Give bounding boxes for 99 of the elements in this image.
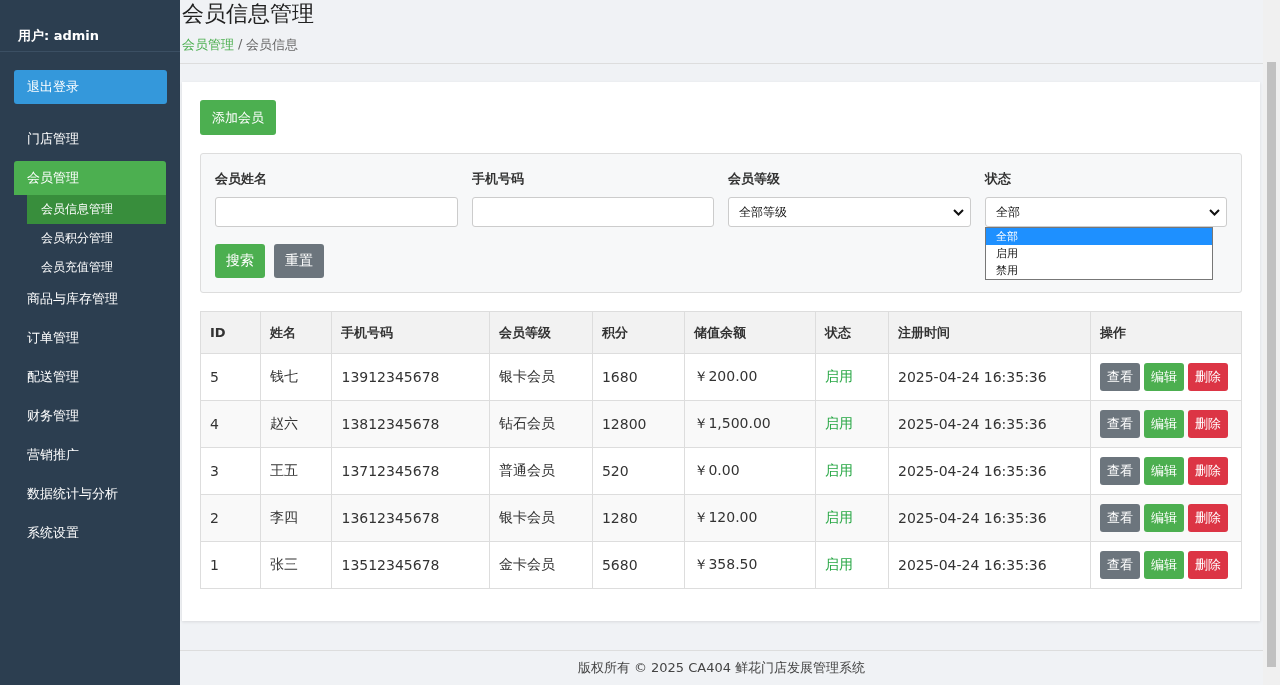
- column-header: 会员等级: [489, 311, 593, 354]
- status-cell: 启用: [815, 447, 889, 495]
- text-field[interactable]: [215, 197, 458, 227]
- table-cell: 520: [592, 447, 685, 495]
- table-cell: 银卡会员: [489, 494, 593, 542]
- column-header: 手机号码: [332, 311, 490, 354]
- table-cell: 李四: [260, 494, 332, 542]
- breadcrumb-separator: /: [238, 36, 243, 53]
- submenu-item[interactable]: 会员积分管理: [27, 224, 166, 253]
- status-cell: 启用: [815, 400, 889, 448]
- filter-label: 会员等级: [728, 170, 781, 188]
- menu-item[interactable]: 商品与库存管理: [14, 282, 166, 316]
- menu-item[interactable]: 会员管理: [14, 161, 166, 195]
- table-cell: 2025-04-24 16:35:36: [888, 400, 1091, 448]
- view-button[interactable]: 查看: [1100, 363, 1140, 391]
- chevron-down-icon: [1209, 208, 1220, 216]
- table-cell: 张三: [260, 541, 332, 589]
- select-field[interactable]: 全部等级: [728, 197, 971, 227]
- view-button[interactable]: 查看: [1100, 551, 1140, 579]
- table-cell: 2025-04-24 16:35:36: [888, 541, 1091, 589]
- table-cell: 13612345678: [332, 494, 490, 542]
- table-cell: ￥120.00: [684, 494, 816, 542]
- table-cell: 3: [200, 447, 261, 495]
- column-header: 状态: [815, 311, 889, 354]
- column-header: 储值余额: [684, 311, 816, 354]
- dropdown-option[interactable]: 启用: [985, 245, 1212, 262]
- table-cell: 1: [200, 541, 261, 589]
- table-cell: 5680: [592, 541, 685, 589]
- filter-label: 会员姓名: [215, 170, 268, 188]
- table-cell: 金卡会员: [489, 541, 593, 589]
- edit-button[interactable]: 编辑: [1144, 363, 1184, 391]
- table-cell: ￥358.50: [684, 541, 816, 589]
- view-button[interactable]: 查看: [1100, 504, 1140, 532]
- status-cell: 启用: [815, 541, 889, 589]
- table-cell: ￥1,500.00: [684, 400, 816, 448]
- menu-item[interactable]: 配送管理: [14, 360, 166, 394]
- submenu-item[interactable]: 会员充值管理: [27, 253, 166, 282]
- footer-text: 版权所有 © 2025 CA404 鲜花门店发展管理系统: [180, 650, 1263, 685]
- search-button[interactable]: 搜索: [215, 244, 265, 278]
- table-cell: 13812345678: [332, 400, 490, 448]
- filter-label: 手机号码: [471, 170, 525, 188]
- table-cell: 13712345678: [332, 447, 490, 495]
- table-cell: 王五: [260, 447, 332, 495]
- delete-button[interactable]: 删除: [1188, 363, 1228, 391]
- select-field[interactable]: 全部: [984, 197, 1227, 227]
- table-cell: 1680: [592, 353, 685, 401]
- edit-button[interactable]: 编辑: [1144, 551, 1184, 579]
- dropdown-option[interactable]: 禁用: [985, 262, 1212, 279]
- column-header: 操作: [1090, 311, 1242, 354]
- logout-button[interactable]: 退出登录: [14, 70, 167, 104]
- table-cell: 2025-04-24 16:35:36: [888, 494, 1091, 542]
- view-button[interactable]: 查看: [1100, 410, 1140, 438]
- table-cell: 钻石会员: [489, 400, 593, 448]
- reset-button[interactable]: 重置: [274, 244, 324, 278]
- table-cell: ￥0.00: [684, 447, 816, 495]
- breadcrumb-item[interactable]: 会员管理: [182, 36, 234, 54]
- table-cell: 2025-04-24 16:35:36: [888, 447, 1091, 495]
- chevron-down-icon: [952, 208, 964, 216]
- table-cell: 2: [200, 494, 261, 542]
- view-button[interactable]: 查看: [1100, 457, 1140, 485]
- dropdown-option[interactable]: 全部: [985, 228, 1212, 245]
- breadcrumb-item: 会员信息: [246, 36, 299, 54]
- table-cell: 赵六: [260, 400, 332, 448]
- delete-button[interactable]: 删除: [1188, 457, 1228, 485]
- status-cell: 启用: [815, 494, 889, 542]
- edit-button[interactable]: 编辑: [1144, 410, 1184, 438]
- scrollbar[interactable]: [1263, 0, 1280, 685]
- table-cell: 13512345678: [332, 541, 490, 589]
- menu-item[interactable]: 财务管理: [14, 399, 166, 433]
- table-cell: 1280: [592, 494, 685, 542]
- menu-item[interactable]: 营销推广: [14, 438, 166, 472]
- table-cell: 2025-04-24 16:35:36: [888, 353, 1091, 401]
- column-header: 积分: [592, 311, 685, 354]
- text-field[interactable]: [471, 197, 714, 227]
- column-header: 姓名: [260, 311, 332, 354]
- menu-item[interactable]: 门店管理: [14, 122, 166, 156]
- filter-label: 状态: [984, 170, 1012, 188]
- table-cell: 13912345678: [332, 353, 490, 401]
- table-cell: 12800: [592, 400, 685, 448]
- table-cell: 普通会员: [489, 447, 593, 495]
- column-header: 注册时间: [888, 311, 1091, 354]
- status-cell: 启用: [815, 353, 889, 401]
- add-member-button[interactable]: 添加会员: [200, 100, 276, 135]
- table-cell: 4: [200, 400, 261, 448]
- edit-button[interactable]: 编辑: [1144, 457, 1184, 485]
- delete-button[interactable]: 删除: [1188, 551, 1228, 579]
- edit-button[interactable]: 编辑: [1144, 504, 1184, 532]
- delete-button[interactable]: 删除: [1188, 410, 1228, 438]
- column-header: ID: [200, 311, 261, 354]
- table-cell: 银卡会员: [489, 353, 593, 401]
- table-cell: 钱七: [260, 353, 332, 401]
- page-title: 会员信息管理: [182, 0, 315, 28]
- menu-item[interactable]: 数据统计与分析: [14, 477, 166, 511]
- table-cell: ￥200.00: [684, 353, 816, 401]
- delete-button[interactable]: 删除: [1188, 504, 1228, 532]
- menu-item[interactable]: 系统设置: [14, 516, 166, 550]
- table-cell: 5: [200, 353, 261, 401]
- submenu-item[interactable]: 会员信息管理: [27, 195, 166, 224]
- menu-item[interactable]: 订单管理: [14, 321, 166, 355]
